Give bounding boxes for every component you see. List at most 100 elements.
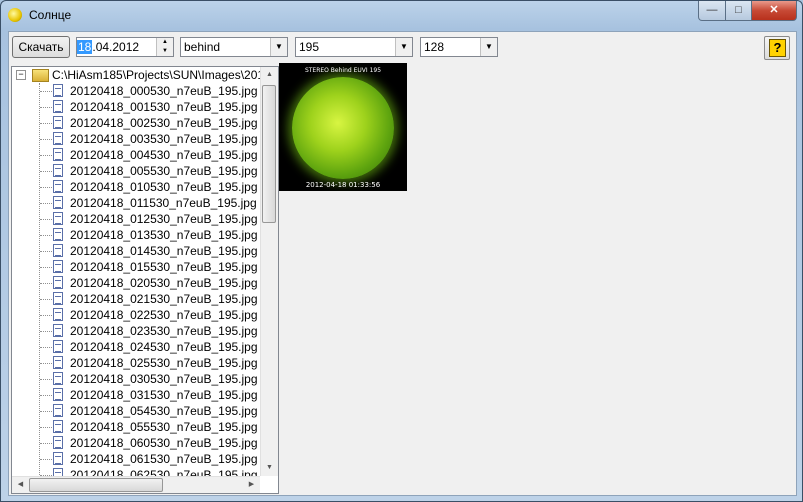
image-file-icon (53, 308, 63, 321)
minimize-button[interactable]: — (698, 1, 726, 21)
image-file-icon (53, 372, 63, 385)
tree-branch-line (40, 411, 52, 412)
image-file-icon (53, 244, 63, 257)
tree-file-label: 20120418_002530_n7euB_195.jpg (70, 116, 258, 130)
image-file-icon (53, 164, 63, 177)
maximize-button[interactable]: □ (725, 1, 752, 21)
tree-file-label: 20120418_000530_n7euB_195.jpg (70, 84, 258, 98)
tree-branch-line (40, 395, 52, 396)
date-picker[interactable]: 18.04.2012 ▲ ▼ (76, 37, 174, 57)
sun-disk (292, 77, 394, 179)
spacecraft-select[interactable]: behind ▼ (180, 37, 288, 57)
image-file-icon (53, 196, 63, 209)
tree-file-label: 20120418_023530_n7euB_195.jpg (70, 324, 258, 338)
image-file-icon (53, 340, 63, 353)
size-select[interactable]: 128 ▼ (420, 37, 498, 57)
tree-file-label: 20120418_031530_n7euB_195.jpg (70, 388, 258, 402)
tree-file-label: 20120418_060530_n7euB_195.jpg (70, 436, 258, 450)
tree-branch-line (40, 203, 52, 204)
client-area: Скачать 18.04.2012 ▲ ▼ behind ▼ 195 ▼ 12… (8, 31, 797, 496)
tree-file-label: 20120418_010530_n7euB_195.jpg (70, 180, 258, 194)
tree-file-label: 20120418_061530_n7euB_195.jpg (70, 452, 258, 466)
tree-branch-line (40, 315, 52, 316)
tree-branch-line (40, 235, 52, 236)
tree-file-label: 20120418_022530_n7euB_195.jpg (70, 308, 258, 322)
tree-file-label: 20120418_011530_n7euB_195.jpg (70, 196, 257, 210)
collapse-icon[interactable]: − (16, 70, 26, 80)
tree-branch-line (40, 331, 52, 332)
tree-file-label: 20120418_024530_n7euB_195.jpg (70, 340, 258, 354)
image-file-icon (53, 100, 63, 113)
folder-icon (32, 69, 49, 82)
tree-branch-line (40, 219, 52, 220)
tree-branch-line (40, 443, 52, 444)
tree-branch-line (40, 379, 52, 380)
chevron-down-icon[interactable]: ▼ (395, 38, 412, 56)
tree-branch-line (40, 123, 52, 124)
tree-file-label: 20120418_014530_n7euB_195.jpg (70, 244, 258, 258)
tree-branch-line (40, 251, 52, 252)
scroll-up-icon[interactable]: ▲ (261, 67, 278, 83)
tree-branch-line (40, 363, 52, 364)
scroll-left-icon[interactable]: ◀ (12, 477, 29, 493)
image-file-icon (53, 420, 63, 433)
horizontal-scrollbar[interactable]: ◀ ▶ (12, 476, 260, 493)
title-bar[interactable]: Солнце — □ ✕ (1, 1, 802, 29)
tree-file-label: 20120418_005530_n7euB_195.jpg (70, 164, 258, 178)
chevron-down-icon[interactable]: ▼ (480, 38, 497, 56)
spacecraft-value: behind (184, 40, 221, 54)
tree-branch-line (40, 347, 52, 348)
size-value: 128 (424, 40, 445, 54)
tree-branch-line (40, 91, 52, 92)
tree-guide-line (39, 83, 40, 493)
wavelength-select[interactable]: 195 ▼ (295, 37, 413, 57)
chevron-down-icon[interactable]: ▼ (270, 38, 287, 56)
tree-branch-line (40, 299, 52, 300)
tree-file-label: 20120418_021530_n7euB_195.jpg (70, 292, 258, 306)
spin-down-icon[interactable]: ▼ (157, 47, 173, 56)
close-button[interactable]: ✕ (751, 1, 797, 21)
tree-file-label: 20120418_055530_n7euB_195.jpg (70, 420, 258, 434)
image-file-icon (53, 148, 63, 161)
help-icon: ? (769, 39, 786, 57)
scroll-down-icon[interactable]: ▼ (261, 460, 278, 476)
sun-preview-image: STEREO Behind EUVI 195 2012-04-18 01:33:… (279, 63, 407, 191)
image-file-icon (53, 292, 63, 305)
preview-timestamp: 2012-04-18 01:33:56 (305, 181, 381, 189)
tree-file-label: 20120418_001530_n7euB_195.jpg (70, 100, 258, 114)
scroll-right-icon[interactable]: ▶ (243, 477, 260, 493)
image-file-icon (53, 276, 63, 289)
image-file-icon (53, 260, 63, 273)
vertical-scrollbar[interactable]: ▲ ▼ (260, 67, 278, 476)
vertical-scroll-thumb[interactable] (262, 85, 276, 223)
download-button[interactable]: Скачать (12, 36, 70, 58)
date-spinner[interactable]: ▲ ▼ (156, 38, 173, 56)
image-file-icon (53, 132, 63, 145)
tree-branch-line (40, 171, 52, 172)
date-day-selection: 18 (77, 40, 93, 54)
tree-file-label: 20120418_004530_n7euB_195.jpg (70, 148, 258, 162)
tree-branch-line (40, 107, 52, 108)
window-title: Солнце (29, 8, 72, 22)
tree-branch-line (40, 459, 52, 460)
spin-up-icon[interactable]: ▲ (157, 38, 173, 47)
tree-root-label: C:\HiAsm185\Projects\SUN\Images\2012_ (52, 68, 278, 82)
help-button[interactable]: ? (764, 36, 790, 60)
image-file-icon (53, 324, 63, 337)
tree-branch-line (40, 283, 52, 284)
tree-branch-line (40, 267, 52, 268)
date-rest: .04.2012 (92, 40, 140, 54)
tree-file-label: 20120418_003530_n7euB_195.jpg (70, 132, 258, 146)
image-file-icon (53, 404, 63, 417)
image-file-icon (53, 388, 63, 401)
tree-file-label: 20120418_015530_n7euB_195.jpg (70, 260, 258, 274)
horizontal-scroll-thumb[interactable] (29, 478, 163, 492)
tree-file-label: 20120418_013530_n7euB_195.jpg (70, 228, 258, 242)
tree-file-label: 20120418_025530_n7euB_195.jpg (70, 356, 258, 370)
tree-branch-line (40, 187, 52, 188)
file-tree[interactable]: − C:\HiAsm185\Projects\SUN\Images\2012_ … (11, 66, 279, 494)
preview-header: STEREO Behind EUVI 195 (304, 67, 382, 74)
sun-icon (8, 8, 22, 22)
image-file-icon (53, 436, 63, 449)
image-file-icon (53, 116, 63, 129)
